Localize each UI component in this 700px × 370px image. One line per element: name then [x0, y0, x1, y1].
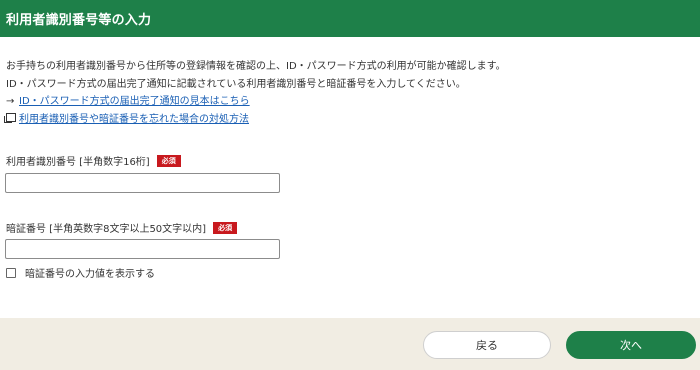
page-header: 利用者識別番号等の入力	[0, 0, 700, 37]
user-id-label: 利用者識別番号 [半角数字16桁]	[6, 157, 150, 168]
back-button-label: 戻る	[476, 339, 498, 352]
user-id-input[interactable]	[5, 173, 280, 193]
sample-link-row[interactable]: → ID・パスワード方式の届出完了通知の見本はこちら	[6, 95, 250, 109]
back-button[interactable]: 戻る	[423, 331, 551, 359]
password-input[interactable]	[5, 239, 280, 259]
show-password-row[interactable]: 暗証番号の入力値を表示する	[6, 265, 155, 280]
required-badge: 必須	[213, 221, 238, 234]
intro-line-2: ID・パスワード方式の届出完了通知に記載されている利用者識別番号と暗証番号を入力…	[6, 79, 466, 90]
next-button-label: 次へ	[620, 339, 642, 352]
next-button[interactable]: 次へ	[566, 331, 696, 359]
password-label-row: 暗証番号 [半角英数字8文字以上50文字以内] 必須	[6, 220, 238, 235]
forgot-link-row[interactable]: 利用者識別番号や暗証番号を忘れた場合の対処方法	[4, 113, 249, 127]
intro-line-1: お手持ちの利用者識別番号から住所等の登録情報を確認の上、ID・パスワード方式の利…	[6, 61, 506, 72]
external-window-icon	[4, 113, 18, 127]
password-label: 暗証番号 [半角英数字8文字以上50文字以内]	[6, 224, 207, 235]
required-badge: 必須	[156, 154, 181, 167]
page-title: 利用者識別番号等の入力	[6, 13, 152, 28]
show-password-checkbox[interactable]	[6, 267, 16, 278]
show-password-label: 暗証番号の入力値を表示する	[25, 269, 155, 280]
forgot-credentials-link[interactable]: 利用者識別番号や暗証番号を忘れた場合の対処方法	[19, 113, 249, 127]
user-id-label-row: 利用者識別番号 [半角数字16桁] 必須	[6, 153, 181, 168]
sample-notice-link[interactable]: ID・パスワード方式の届出完了通知の見本はこちら	[19, 95, 250, 109]
intro-text: お手持ちの利用者識別番号から住所等の登録情報を確認の上、ID・パスワード方式の利…	[6, 58, 506, 94]
arrow-right-icon: →	[6, 96, 15, 107]
